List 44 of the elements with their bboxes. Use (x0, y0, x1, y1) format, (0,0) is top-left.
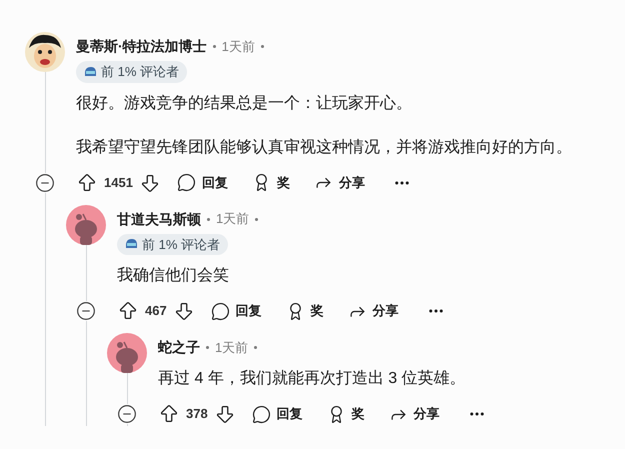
cartoon-face-avatar[interactable] (25, 32, 65, 72)
reply-button[interactable]: 回复 (176, 172, 228, 192)
speech-bubble-icon (176, 173, 196, 192)
collapse-icon[interactable] (117, 404, 137, 424)
speech-bubble-icon (210, 302, 230, 320)
timestamp: 1天前 (215, 338, 248, 357)
share-button[interactable]: 分享 (314, 172, 365, 192)
speech-bubble-icon (252, 404, 271, 424)
bullet-icon (260, 45, 264, 48)
bullet-icon (254, 346, 258, 349)
upvote-icon[interactable] (158, 403, 180, 425)
award-button[interactable]: 奖 (326, 404, 365, 424)
robot-avatar[interactable] (107, 333, 147, 373)
comment-text: 我希望守望先锋团队能够认真审视这种情况，并将游戏推向好的方向。 (76, 138, 573, 158)
award-button[interactable]: 奖 (252, 172, 290, 192)
reply-button[interactable]: 回复 (252, 404, 303, 424)
share-button[interactable]: 分享 (388, 404, 440, 424)
helmet-icon (125, 238, 138, 250)
upvote-icon[interactable] (117, 300, 139, 322)
share-button[interactable]: 分享 (348, 301, 399, 321)
bullet-icon (212, 45, 216, 48)
bullet-icon (255, 218, 258, 220)
author-name[interactable]: 蛇之子 (158, 337, 200, 358)
upvote-icon[interactable] (76, 172, 98, 194)
collapse-icon[interactable] (76, 301, 96, 321)
author-name[interactable]: 甘道夫马斯顿 (117, 208, 201, 230)
award-button[interactable]: 奖 (286, 301, 324, 321)
helmet-icon (84, 66, 97, 78)
collapse-icon[interactable] (35, 172, 55, 192)
vote-count: 467 (145, 302, 167, 320)
reply-button[interactable]: 回复 (210, 301, 262, 321)
vote-count: 1451 (104, 174, 133, 192)
vote-count: 378 (186, 405, 208, 424)
commenter-badge: 前 1% 评论者 (117, 234, 228, 255)
timestamp: 1天前 (216, 210, 250, 228)
author-name[interactable]: 曼蒂斯·特拉法加博士 (76, 36, 207, 57)
comment-text: 很好。游戏竞争的结果总是一个：让玩家开心。 (76, 94, 413, 114)
comment-text: 再过 4 年，我们就能再次打造出 3 位英雄。 (158, 368, 467, 389)
robot-avatar[interactable] (66, 204, 106, 244)
commenter-badge: 前 1% 评论者 (76, 61, 188, 82)
bullet-icon (207, 218, 210, 220)
bullet-icon (206, 346, 209, 349)
comment-text: 我确信他们会笑 (117, 266, 230, 286)
timestamp: 1天前 (222, 38, 255, 56)
